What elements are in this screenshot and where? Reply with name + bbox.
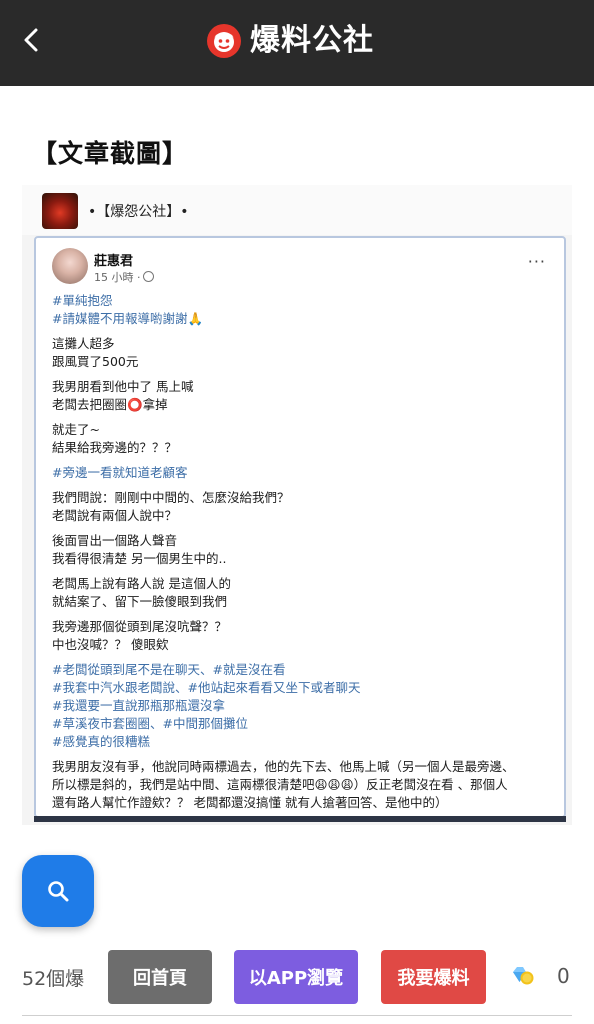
search-button[interactable] [22, 855, 94, 927]
globe-icon [142, 271, 154, 282]
post-hashtag: #老闆從頭到尾不是在聊天、#就是沒在看 [52, 662, 286, 677]
group-name: •【爆怨公社】• [88, 204, 189, 220]
post-spacer [52, 568, 556, 575]
screenshot-bottom-edge [34, 816, 566, 822]
post-text-line: 後面冒出一個路人聲音 [52, 533, 178, 548]
post-text-line: 我男朋看到他中了 馬上喊 [52, 379, 194, 394]
post-spacer [52, 654, 556, 661]
post-hashtag: #感覺真的很糟糕 [52, 734, 150, 749]
post-time: 15 小時 · [94, 271, 141, 284]
post-text-line: 我旁邊那個從頭到尾沒吭聲？？ [52, 619, 228, 634]
post-spacer [52, 457, 556, 464]
post-text-line: 就結案了、留下一臉傻眼到我們 [52, 594, 228, 609]
post-text-line: 老闆馬上說有路人說 是這個人的 [52, 576, 231, 591]
post-hashtag: #旁邊一看就知道老顧客 [52, 465, 188, 480]
post-spacer [52, 328, 556, 335]
post-spacer [52, 525, 556, 532]
post-spacer [52, 482, 556, 489]
post-hashtag: #我還要一直說那瓶那瓶還沒拿 [52, 698, 225, 713]
post-text-line: 中也沒喊？？ 傻眼欸 [52, 637, 169, 652]
post-hashtag: #請媒體不用報導喲謝謝🙏 [52, 311, 204, 326]
top-header: 爆料公社 [0, 0, 594, 86]
post-body: #單純抱怨 #請媒體不用報導喲謝謝🙏 這攤人超多跟風買了500元我男朋看到他中了 馬… [52, 292, 556, 812]
group-header: •【爆怨公社】• [22, 185, 572, 235]
post-text-line: 我們問說：剛剛中中間的、怎麼沒給我們？ [52, 490, 290, 505]
app-title: 爆料公社 [250, 23, 374, 58]
home-button[interactable]: 回首頁 [108, 950, 212, 1004]
post-text-line: 我男朋友沒有爭，他說同時兩標過去，他的先下去、他馬上喊（另一個人是最旁邊、 [52, 759, 515, 774]
bottom-bar: 52個爆 回首頁 以APP瀏覽 我要爆料 0 [0, 940, 594, 1014]
post-text-line: 跟風買了500元 [52, 354, 139, 369]
post-text-line: 老闆去把圈圈⭕拿掉 [52, 397, 168, 412]
reward-count: 0 [557, 964, 570, 988]
avatar [52, 248, 88, 284]
post-card: 莊惠君 15 小時 · ··· #單純抱怨 #請媒體不用報導喲謝謝🙏 這攤人超多跟風… [34, 236, 566, 818]
post-text-line: 結果給我旁邊的？？？ [52, 440, 178, 455]
search-icon [48, 881, 69, 902]
more-options-icon: ··· [527, 252, 546, 271]
post-spacer [52, 751, 556, 758]
post-spacer [52, 371, 556, 378]
post-spacer [52, 414, 556, 421]
post-author: 莊惠君 [94, 254, 134, 269]
chevron-left-icon [24, 28, 38, 52]
group-avatar [42, 193, 78, 229]
post-text-line: 老闆說有兩個人說中？ [52, 508, 178, 523]
post-timestamp: 15 小時 · [94, 269, 154, 285]
open-in-app-button[interactable]: 以APP瀏覽 [234, 950, 358, 1004]
page-title: 【文章截圖】 [32, 139, 189, 168]
post-hashtag: #單純抱怨 [52, 293, 113, 308]
bottom-divider [22, 1015, 572, 1016]
post-text-line: 還有路人幫忙作證欸？？ 老闆都還沒搞懂 就有人搶著回答、是他中的） [52, 795, 448, 810]
brand-face-icon [207, 24, 241, 58]
back-button[interactable] [14, 22, 50, 58]
post-text-line: 就走了~ [52, 422, 100, 437]
explode-count: 52個爆 [22, 968, 85, 990]
post-text-line: 我看得很清楚 另一個男生中的.. [52, 551, 227, 566]
diamond-coin-icon[interactable] [512, 966, 534, 986]
post-spacer [52, 611, 556, 618]
post-text-line: 這攤人超多 [52, 336, 115, 351]
post-text-line: 所以標是斜的，我們是站中間、這兩標很清楚吧😩😩😩）反正老闆沒在看 、那個人 [52, 777, 508, 792]
brand[interactable]: 爆料公社 [206, 19, 374, 63]
post-hashtag: #我套中汽水跟老闆說、#他站起來看看又坐下或者聊天 [52, 680, 361, 695]
submit-tip-button[interactable]: 我要爆料 [381, 950, 486, 1004]
post-hashtag: #草溪夜市套圈圈、#中間那個攤位 [52, 716, 248, 731]
